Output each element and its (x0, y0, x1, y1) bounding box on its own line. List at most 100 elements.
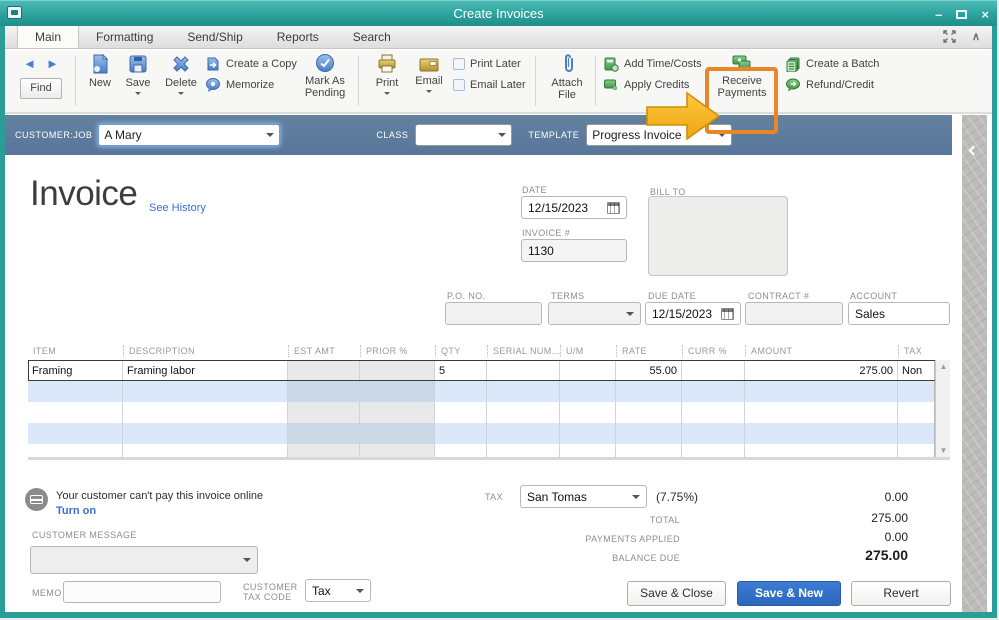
table-horizontal-scrollbar[interactable] (28, 457, 950, 460)
online-payment-icon (25, 488, 48, 511)
customer-message-label: CUSTOMER MESSAGE (32, 530, 137, 540)
due-date-input[interactable]: 12/15/2023 (645, 302, 741, 325)
print-icon (376, 53, 398, 75)
history-panel-collapsed[interactable] (962, 115, 987, 612)
window-title: Create Invoices (0, 1, 997, 27)
refund-credit-button[interactable]: Refund/Credit (785, 74, 874, 95)
class-label: CLASS (376, 130, 408, 140)
save-icon (127, 53, 149, 75)
main-toolbar: ◄ ► Find New (5, 50, 992, 114)
bill-to-box[interactable] (648, 196, 788, 276)
minimize-button[interactable]: – (935, 8, 942, 21)
tab-search[interactable]: Search (336, 26, 408, 48)
refund-credit-icon (785, 77, 801, 93)
invoice-number-input[interactable]: 1130 (521, 239, 627, 262)
email-button[interactable]: Email (409, 53, 449, 96)
terms-select[interactable] (548, 302, 641, 325)
total-label: TOTAL (550, 515, 680, 525)
see-history-link[interactable]: See History (149, 202, 206, 214)
find-button[interactable]: Find (20, 78, 62, 99)
create-a-batch-icon (785, 56, 801, 72)
chevron-down-icon (632, 495, 640, 503)
memo-input[interactable] (63, 581, 221, 603)
chevron-down-icon (498, 133, 506, 141)
balance-due-label: BALANCE DUE (550, 553, 680, 563)
delete-button[interactable]: Delete (159, 53, 203, 98)
save-and-new-button[interactable]: Save & New (737, 581, 841, 606)
print-dropdown-caret[interactable] (384, 92, 390, 98)
tab-send-ship[interactable]: Send/Ship (170, 26, 259, 48)
due-date-label: DUE DATE (648, 291, 696, 301)
delete-dropdown-caret[interactable] (178, 92, 184, 98)
tax-agency-select[interactable]: San Tomas (520, 485, 647, 508)
email-later-checkbox[interactable]: Email Later (453, 74, 526, 95)
print-later-checkbox[interactable]: Print Later (453, 53, 521, 74)
total-value: 275.00 (818, 511, 908, 525)
invoice-heading: Invoice (30, 174, 137, 214)
save-and-close-button[interactable]: Save & Close (627, 581, 726, 606)
create-a-copy-icon (205, 56, 221, 72)
customer-message-select[interactable] (30, 546, 258, 574)
account-label: ACCOUNT (850, 291, 897, 301)
scroll-down-icon[interactable]: ▼ (936, 444, 951, 457)
po-number-label: P.O. NO. (447, 291, 486, 301)
table-row[interactable]: Framing Framing labor 5 55.00 275.00 Non (28, 360, 950, 381)
collapse-ribbon-icon[interactable]: ∧ (972, 30, 980, 43)
attach-file-button[interactable]: Attach File (545, 53, 589, 101)
account-input[interactable]: Sales (848, 302, 950, 325)
date-input[interactable]: 12/15/2023 (521, 196, 627, 219)
maximize-button[interactable] (956, 10, 967, 19)
calendar-icon[interactable] (607, 202, 620, 214)
table-row[interactable] (28, 423, 950, 444)
class-select[interactable] (415, 124, 512, 146)
memorize-button[interactable]: Memorize (205, 74, 274, 95)
back-icon[interactable]: ◄ (23, 57, 36, 71)
turn-on-link[interactable]: Turn on (56, 505, 96, 517)
title-bar: Create Invoices – × (0, 0, 997, 26)
fullscreen-icon[interactable] (943, 30, 956, 43)
save-dropdown-caret[interactable] (135, 92, 141, 98)
table-row[interactable] (28, 381, 950, 402)
customer-tax-code-select[interactable]: Tax (305, 579, 371, 602)
tab-formatting[interactable]: Formatting (79, 26, 170, 48)
terms-label: TERMS (551, 291, 585, 301)
calendar-icon[interactable] (721, 308, 734, 320)
print-button[interactable]: Print (367, 53, 407, 98)
ribbon-tabs: Main Formatting Send/Ship Reports Search… (5, 26, 992, 49)
expand-panel-icon[interactable] (969, 146, 979, 156)
contract-number-input[interactable] (745, 302, 843, 325)
add-time-costs-button[interactable]: Add Time/Costs (603, 53, 702, 74)
forward-icon[interactable]: ► (46, 57, 59, 71)
add-time-costs-icon (603, 56, 619, 72)
balance-due-value: 275.00 (818, 547, 908, 563)
chevron-down-icon (243, 558, 251, 566)
revert-button[interactable]: Revert (851, 581, 951, 606)
callout-arrow-icon (645, 90, 723, 142)
new-button[interactable]: New (81, 53, 119, 89)
tab-main[interactable]: Main (17, 26, 79, 48)
date-label: DATE (522, 185, 547, 195)
tax-rate: (7.75%) (656, 490, 698, 504)
print-later-box-icon (453, 58, 465, 70)
customer-job-select[interactable]: A Mary (98, 124, 280, 146)
email-later-box-icon (453, 79, 465, 91)
po-number-input[interactable] (445, 302, 542, 325)
chevron-down-icon (266, 133, 274, 141)
tab-reports[interactable]: Reports (260, 26, 336, 48)
new-invoice-icon (89, 53, 111, 75)
email-icon (418, 57, 440, 73)
create-a-copy-button[interactable]: Create a Copy (205, 53, 297, 74)
invoice-number-label: INVOICE # (522, 228, 570, 238)
email-dropdown-caret[interactable] (426, 90, 432, 96)
mark-as-pending-button[interactable]: Mark As Pending (297, 53, 353, 99)
save-button[interactable]: Save (119, 53, 157, 98)
table-row[interactable] (28, 444, 950, 457)
close-button[interactable]: × (981, 8, 989, 21)
memo-label: MEMO (32, 588, 62, 598)
contract-number-label: CONTRACT # (748, 291, 809, 301)
create-a-batch-button[interactable]: Create a Batch (785, 53, 879, 74)
table-row[interactable] (28, 402, 950, 423)
table-scrollbar[interactable]: ▲ ▼ (935, 360, 950, 457)
apply-credits-icon (603, 77, 619, 93)
scroll-up-icon[interactable]: ▲ (936, 360, 951, 373)
